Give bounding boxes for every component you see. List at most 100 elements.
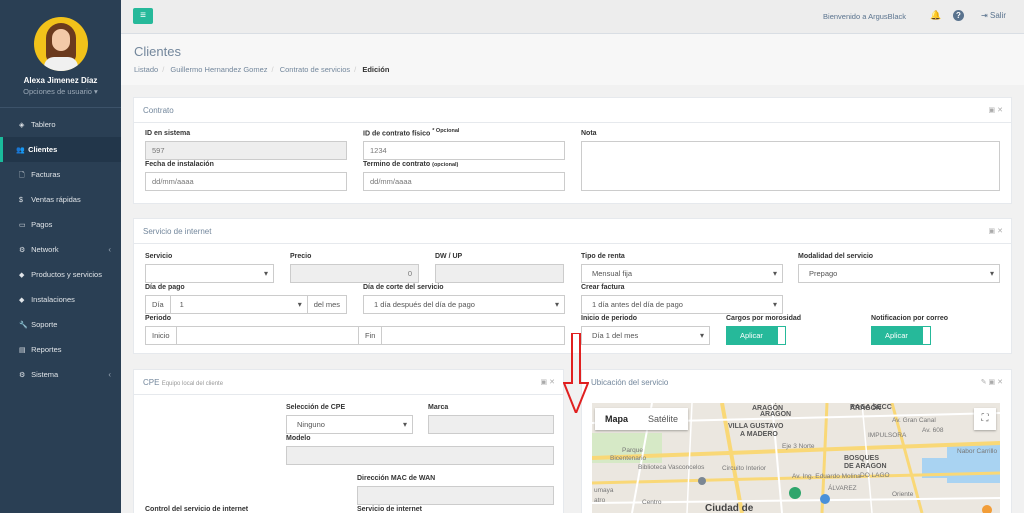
sidebar-item-label: Instalaciones — [31, 295, 75, 304]
dia-corte-select[interactable]: 1 día después del día de pago — [363, 295, 565, 314]
servicio-field: Servicio — [145, 253, 274, 283]
map-place-label: IMPULSORA — [868, 432, 907, 439]
sidebar-item-label: Reportes — [31, 345, 62, 354]
avatar[interactable] — [33, 17, 88, 71]
breadcrumb-item[interactable]: Contrato de servicios — [280, 65, 350, 74]
notificacion-correo-toggle[interactable]: Aplicar — [871, 326, 991, 345]
wrench-icon[interactable]: ✎ — [981, 379, 987, 386]
save-icon[interactable]: ▣ — [989, 107, 996, 114]
user-options-dropdown[interactable]: Opciones de usuario ▾ — [0, 87, 121, 96]
sidebar-item-label: Soporte — [31, 320, 58, 329]
nota-textarea[interactable] — [581, 141, 1000, 191]
tipo-renta-select[interactable]: Mensual fija — [581, 264, 783, 283]
field-label: Termino de contrato (opcional) — [363, 161, 565, 168]
fecha-instalacion-field: Fecha de instalación dd/mm/aaaa — [145, 161, 347, 191]
logout-button[interactable]: ⇥ Salir — [981, 11, 1006, 20]
fecha-instalacion-input[interactable]: dd/mm/aaaa — [145, 172, 347, 191]
del-mes-addon: del mes — [307, 295, 347, 314]
tag-icon: ◆ — [19, 272, 25, 279]
dia-pago-select[interactable]: 1 — [170, 295, 308, 314]
map-place-label: Parque — [622, 447, 643, 454]
field-label: Cargos por morosidad — [726, 315, 802, 322]
breadcrumb-item[interactable]: Listado — [134, 65, 158, 74]
panel-title: Ubicación del servicio ✎ ▣ ✕ — [582, 370, 1011, 395]
panel-title: Servicio de internet ▣ ✕ — [134, 219, 1011, 244]
field-label: Marca — [428, 404, 449, 411]
bell-icon[interactable]: 🔔 — [930, 10, 941, 21]
field-label: ID en sistema — [145, 130, 191, 137]
seleccion-cpe-select[interactable]: Ninguno — [286, 415, 413, 434]
modelo-field: Modelo — [286, 435, 554, 465]
map-place-label: Biblioteca Vasconcelos — [638, 464, 705, 471]
map-tab-mapa[interactable]: Mapa — [595, 408, 638, 430]
periodo-inicio-input[interactable] — [176, 326, 360, 345]
sidebar-item-pagos[interactable]: ▭ Pagos — [0, 212, 121, 237]
close-icon[interactable]: ✕ — [997, 228, 1003, 235]
panel-title: CPE Equipo local del cliente ▣ ✕ — [134, 370, 563, 395]
inicio-periodo-field: Inicio de periodo Día 1 del mes — [581, 315, 710, 345]
periodo-field: Periodo Inicio Fin — [145, 315, 565, 345]
service-location-map[interactable]: Mapa Satélite ⛶ ARAGÓN ARAGÓN ARAGON RAG… — [592, 403, 1000, 513]
crear-factura-field: Crear factura 1 día antes del día de pag… — [581, 284, 783, 314]
field-label: Día de corte del servicio — [363, 284, 444, 291]
seleccion-cpe-field: Selección de CPE Ninguno — [286, 404, 413, 434]
notificacion-correo-field: Notificacion por correo Aplicar — [871, 315, 991, 345]
sidebar-item-label: Pagos — [31, 220, 53, 229]
dia-pago-group: Día 1 del mes — [145, 295, 347, 314]
close-icon[interactable]: ✕ — [997, 107, 1003, 114]
wrench-icon: 🔧 — [19, 322, 28, 329]
save-icon[interactable]: ▣ — [989, 379, 996, 386]
help-icon[interactable]: ? — [953, 10, 964, 21]
sidebar-item-productos[interactable]: ◆ Productos y servicios — [0, 262, 121, 287]
sidebar-item-label: Network — [31, 245, 59, 254]
toggle-knob — [776, 326, 786, 345]
panel-tools: ✎ ▣ ✕ — [981, 370, 1003, 395]
sidebar-item-sistema[interactable]: ⚙ Sistema ‹ — [0, 362, 121, 387]
crear-factura-select[interactable]: 1 día antes del día de pago — [581, 295, 783, 314]
sidebar-item-reportes[interactable]: ▤ Reportes — [0, 337, 121, 362]
id-fisico-field: ID de contrato físico * Opcional 1234 — [363, 128, 565, 161]
sidebar-item-tablero[interactable]: ◈ Tablero — [0, 112, 121, 137]
id-sistema-field: ID en sistema 597 — [145, 130, 347, 160]
book-icon: ▤ — [19, 347, 26, 354]
fullscreen-icon[interactable]: ⛶ — [974, 408, 996, 430]
close-icon[interactable]: ✕ — [549, 379, 555, 386]
label-text: Termino de contrato — [363, 161, 431, 168]
annotation-arrow — [563, 333, 589, 413]
sidebar-item-soporte[interactable]: 🔧 Soporte — [0, 312, 121, 337]
panel-title-text: Contrato — [143, 106, 174, 115]
dashboard-icon: ◈ — [19, 122, 25, 129]
breadcrumb-item[interactable]: Guillermo Hernandez Gomez — [170, 65, 267, 74]
inicio-periodo-select[interactable]: Día 1 del mes — [581, 326, 710, 345]
user-name: Alexa Jimenez Díaz — [23, 76, 98, 85]
fin-addon: Fin — [359, 326, 383, 345]
sidebar-item-network[interactable]: ⚙ Network ‹ — [0, 237, 121, 262]
topbar: ≡ Bienvenido a ArgusBlack 🔔 ? ⇥ Salir — [121, 0, 1024, 34]
save-icon[interactable]: ▣ — [989, 228, 996, 235]
map-tab-satelite[interactable]: Satélite — [638, 408, 688, 430]
menu-toggle-button[interactable]: ≡ — [133, 8, 153, 24]
servicio-select[interactable] — [145, 264, 274, 283]
cargos-morosidad-toggle[interactable]: Aplicar — [726, 326, 846, 345]
panel-subtitle: Equipo local del cliente — [161, 381, 224, 387]
sidebar-item-instalaciones[interactable]: ◆ Instalaciones — [0, 287, 121, 312]
sidebar-menu: ◈ Tablero 👥 Clientes 🗋 Facturas $ Ventas… — [0, 112, 121, 387]
field-label: Dirección MAC de WAN — [357, 475, 436, 482]
dia-corte-field: Día de corte del servicio 1 día después … — [363, 284, 565, 314]
sidebar-item-clientes[interactable]: 👥 Clientes — [0, 137, 121, 162]
save-icon[interactable]: ▣ — [541, 379, 548, 386]
panel-title-text: Servicio de internet — [143, 227, 212, 236]
map-place-label: Bicentenario — [610, 455, 647, 462]
periodo-fin-input[interactable] — [382, 326, 565, 345]
termino-contrato-input[interactable]: dd/mm/aaaa — [363, 172, 565, 191]
sidebar-item-ventas-rapidas[interactable]: $ Ventas rápidas — [0, 187, 121, 212]
id-fisico-input[interactable]: 1234 — [363, 141, 565, 161]
modalidad-select[interactable]: Prepago — [798, 264, 1000, 283]
marca-field: Marca — [428, 404, 554, 434]
money-icon: ▭ — [19, 222, 26, 229]
mac-wan-field: Dirección MAC de WAN — [357, 475, 554, 505]
sidebar-item-facturas[interactable]: 🗋 Facturas — [0, 162, 121, 187]
map-place-label: Nabor Carrillo — [957, 448, 998, 455]
panel-tools: ▣ ✕ — [989, 219, 1003, 244]
close-icon[interactable]: ✕ — [997, 379, 1003, 386]
